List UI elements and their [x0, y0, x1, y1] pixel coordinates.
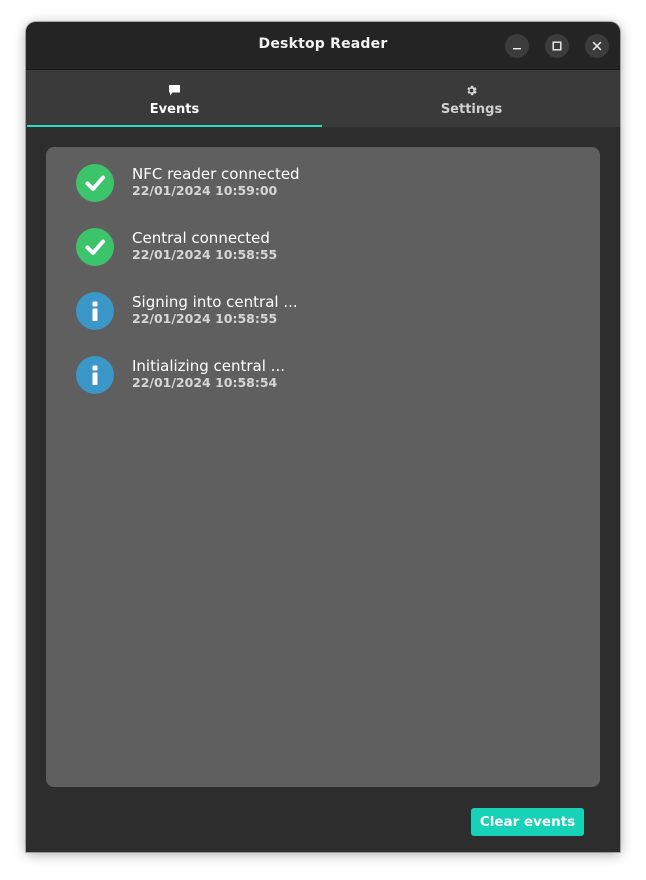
maximize-icon: [552, 41, 562, 51]
event-timestamp: 22/01/2024 10:58:55: [132, 247, 278, 262]
event-timestamp: 22/01/2024 10:59:00: [132, 183, 278, 198]
list-item: Signing into central ... 22/01/2024 10:5…: [76, 292, 298, 330]
info-icon: [76, 292, 114, 330]
tab-events[interactable]: Events: [26, 70, 323, 127]
list-item: Initializing central ... 22/01/2024 10:5…: [76, 356, 285, 394]
gear-icon: [465, 83, 478, 97]
minimize-icon: [513, 48, 521, 50]
minimize-button[interactable]: [505, 34, 529, 58]
app-window: Desktop Reader Events Settings NFC reade…: [26, 22, 620, 852]
close-icon: [592, 41, 602, 51]
info-icon: [76, 356, 114, 394]
tab-events-label: Events: [149, 102, 200, 117]
event-title: Initializing central ...: [132, 357, 285, 375]
list-item: NFC reader connected 22/01/2024 10:59:00: [76, 164, 300, 202]
close-button[interactable]: [585, 34, 609, 58]
tab-bar: Events Settings: [26, 70, 620, 127]
clear-events-button[interactable]: Clear events: [471, 808, 584, 836]
tab-settings-label: Settings: [440, 102, 503, 117]
event-title: Signing into central ...: [132, 293, 298, 311]
checkmark-icon: [76, 228, 114, 266]
chat-bubble-icon: [168, 83, 181, 97]
list-item: Central connected 22/01/2024 10:58:55: [76, 228, 277, 266]
maximize-button[interactable]: [545, 34, 569, 58]
window-title: Desktop Reader: [258, 36, 388, 52]
event-timestamp: 22/01/2024 10:58:55: [132, 311, 278, 326]
event-timestamp: 22/01/2024 10:58:54: [132, 375, 278, 390]
tab-settings[interactable]: Settings: [323, 70, 620, 127]
event-title: NFC reader connected: [132, 165, 300, 183]
title-bar[interactable]: Desktop Reader: [26, 22, 620, 70]
events-list: NFC reader connected 22/01/2024 10:59:00…: [46, 147, 600, 787]
event-title: Central connected: [132, 229, 270, 247]
checkmark-icon: [76, 164, 114, 202]
